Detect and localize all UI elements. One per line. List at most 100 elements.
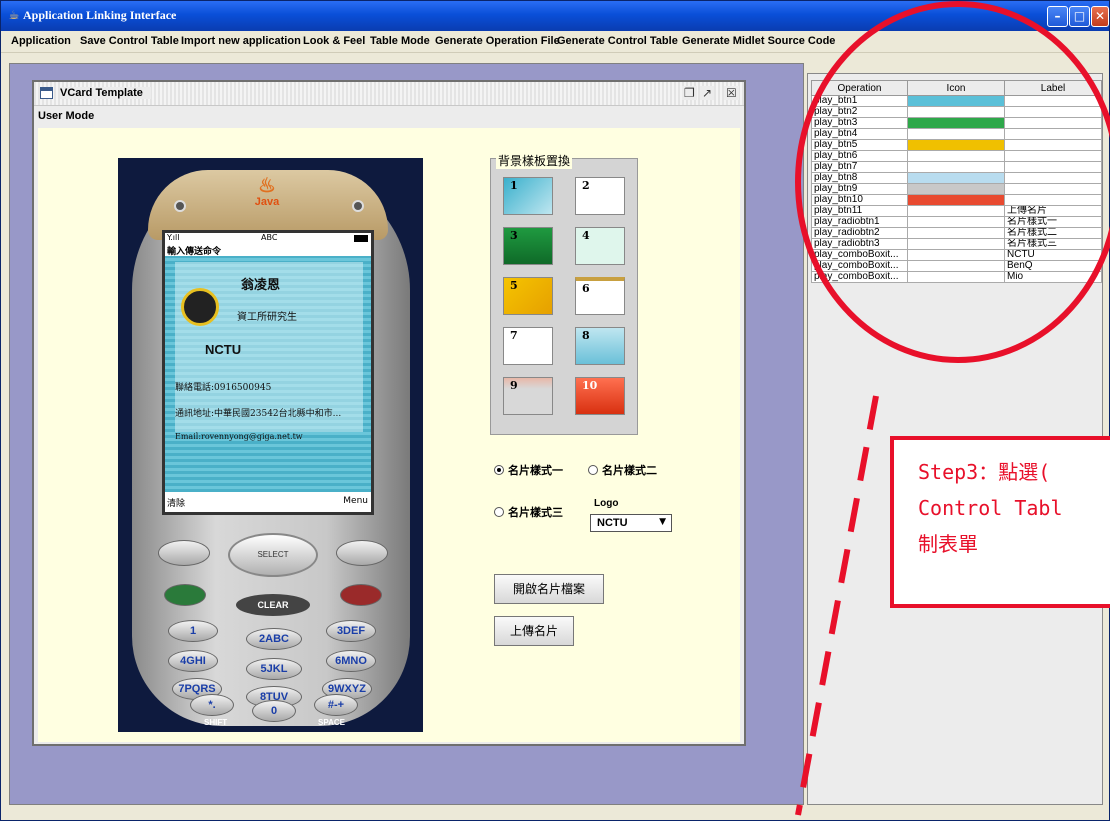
- key-5[interactable]: 5JKL: [246, 658, 302, 680]
- table-row[interactable]: play_btn2: [811, 106, 1102, 118]
- table-row[interactable]: play_btn11 上傳名片: [811, 205, 1102, 217]
- softkey-right[interactable]: Menu: [343, 496, 368, 506]
- operation-cell[interactable]: play_btn11: [811, 205, 908, 217]
- select-key[interactable]: SELECT: [228, 533, 318, 577]
- maximize-icon[interactable]: ↗: [700, 86, 715, 100]
- label-cell[interactable]: [1004, 139, 1102, 151]
- label-cell[interactable]: [1004, 150, 1102, 162]
- menu-generate-operation-file[interactable]: Generate Operation File: [435, 35, 560, 47]
- label-cell[interactable]: [1004, 128, 1102, 140]
- restore-icon[interactable]: ❐: [682, 86, 697, 100]
- radio-card-style-3[interactable]: 名片樣式三: [494, 504, 563, 520]
- icon-cell[interactable]: [907, 95, 1005, 107]
- icon-cell[interactable]: [907, 161, 1005, 173]
- table-row[interactable]: play_radiobtn3 名片樣式三: [811, 238, 1102, 250]
- icon-cell[interactable]: [907, 216, 1005, 228]
- operation-cell[interactable]: play_comboBoxit...: [811, 271, 908, 283]
- radio-card-style-2[interactable]: 名片樣式二: [588, 462, 657, 478]
- operation-cell[interactable]: play_btn4: [811, 128, 908, 140]
- softkey-left[interactable]: 清除: [167, 496, 185, 509]
- table-row[interactable]: play_comboBoxit... Mio: [811, 271, 1102, 283]
- icon-cell[interactable]: [907, 106, 1005, 118]
- menu-generate-midlet-source-code[interactable]: Generate Midlet Source Code: [682, 35, 835, 47]
- menu-import-new-application[interactable]: Import new application: [181, 35, 301, 47]
- label-cell[interactable]: [1004, 117, 1102, 129]
- label-cell[interactable]: [1004, 183, 1102, 195]
- operation-cell[interactable]: play_comboBoxit...: [811, 249, 908, 261]
- label-cell[interactable]: 名片樣式一: [1004, 216, 1102, 228]
- table-row[interactable]: play_btn6: [811, 150, 1102, 162]
- icon-cell[interactable]: [907, 238, 1005, 250]
- operation-cell[interactable]: play_radiobtn2: [811, 227, 908, 239]
- label-cell[interactable]: 名片樣式三: [1004, 238, 1102, 250]
- bg-tile-5[interactable]: 5: [503, 277, 553, 315]
- label-cell[interactable]: [1004, 95, 1102, 107]
- table-row[interactable]: play_btn9: [811, 183, 1102, 195]
- left-nav-key[interactable]: [158, 540, 210, 566]
- icon-cell[interactable]: [907, 227, 1005, 239]
- operation-cell[interactable]: play_btn1: [811, 95, 908, 107]
- table-row[interactable]: play_btn3: [811, 117, 1102, 129]
- close-button[interactable]: ✕: [1091, 6, 1109, 27]
- clear-key[interactable]: CLEAR: [236, 594, 310, 616]
- open-card-file-button[interactable]: 開啟名片檔案: [494, 574, 604, 604]
- key-4[interactable]: 4GHI: [168, 650, 218, 672]
- menu-table-mode[interactable]: Table Mode: [370, 35, 430, 47]
- operation-cell[interactable]: play_btn2: [811, 106, 908, 118]
- bg-tile-10[interactable]: 10: [575, 377, 625, 415]
- table-row[interactable]: play_btn7: [811, 161, 1102, 173]
- icon-cell[interactable]: [907, 194, 1005, 206]
- operation-cell[interactable]: play_btn6: [811, 150, 908, 162]
- table-row[interactable]: play_btn10: [811, 194, 1102, 206]
- bg-tile-9[interactable]: 9: [503, 377, 553, 415]
- icon-cell[interactable]: [907, 260, 1005, 272]
- frame-title-bar[interactable]: VCard Template ❐ ↗ ☒: [34, 82, 744, 106]
- operation-cell[interactable]: play_radiobtn3: [811, 238, 908, 250]
- key-1[interactable]: 1: [168, 620, 218, 642]
- label-cell[interactable]: 上傳名片: [1004, 205, 1102, 217]
- upload-card-button[interactable]: 上傳名片: [494, 616, 574, 646]
- column-header-icon[interactable]: Icon: [907, 80, 1005, 96]
- label-cell[interactable]: 名片樣式二: [1004, 227, 1102, 239]
- icon-cell[interactable]: [907, 128, 1005, 140]
- label-cell[interactable]: [1004, 194, 1102, 206]
- icon-cell[interactable]: [907, 172, 1005, 184]
- menu-application[interactable]: Application: [11, 35, 71, 47]
- table-row[interactable]: play_btn8: [811, 172, 1102, 184]
- menu-save-control-table[interactable]: Save Control Table: [80, 35, 179, 47]
- label-cell[interactable]: [1004, 172, 1102, 184]
- bg-tile-6[interactable]: 6: [575, 277, 625, 315]
- key-0[interactable]: 0: [252, 700, 296, 722]
- radio-card-style-1[interactable]: 名片樣式一: [494, 462, 563, 478]
- minimize-button[interactable]: –: [1047, 6, 1068, 27]
- column-header-label[interactable]: Label: [1004, 80, 1102, 96]
- table-row[interactable]: play_btn4: [811, 128, 1102, 140]
- label-cell[interactable]: BenQ: [1004, 260, 1102, 272]
- menu-generate-control-table[interactable]: Generate Control Table: [557, 35, 678, 47]
- bg-tile-3[interactable]: 3: [503, 227, 553, 265]
- icon-cell[interactable]: [907, 150, 1005, 162]
- table-row[interactable]: play_btn5: [811, 139, 1102, 151]
- label-cell[interactable]: NCTU: [1004, 249, 1102, 261]
- icon-cell[interactable]: [907, 139, 1005, 151]
- label-cell[interactable]: Mio: [1004, 271, 1102, 283]
- control-table[interactable]: Operation Icon Label play_btn1 play_btn2 p…: [811, 80, 1102, 283]
- column-header-operation[interactable]: Operation: [811, 80, 908, 96]
- key-2[interactable]: 2ABC: [246, 628, 302, 650]
- bg-tile-8[interactable]: 8: [575, 327, 625, 365]
- icon-cell[interactable]: [907, 271, 1005, 283]
- operation-cell[interactable]: play_btn5: [811, 139, 908, 151]
- key-star[interactable]: *.: [190, 694, 234, 716]
- maximize-button[interactable]: □: [1069, 6, 1090, 27]
- operation-cell[interactable]: play_btn9: [811, 183, 908, 195]
- menu-look-and-feel[interactable]: Look & Feel: [303, 35, 365, 47]
- bg-tile-7[interactable]: 7: [503, 327, 553, 365]
- operation-cell[interactable]: play_radiobtn1: [811, 216, 908, 228]
- bg-tile-1[interactable]: 1: [503, 177, 553, 215]
- operation-cell[interactable]: play_btn7: [811, 161, 908, 173]
- icon-cell[interactable]: [907, 249, 1005, 261]
- icon-cell[interactable]: [907, 117, 1005, 129]
- operation-cell[interactable]: play_btn10: [811, 194, 908, 206]
- icon-cell[interactable]: [907, 205, 1005, 217]
- table-row[interactable]: play_btn1: [811, 95, 1102, 107]
